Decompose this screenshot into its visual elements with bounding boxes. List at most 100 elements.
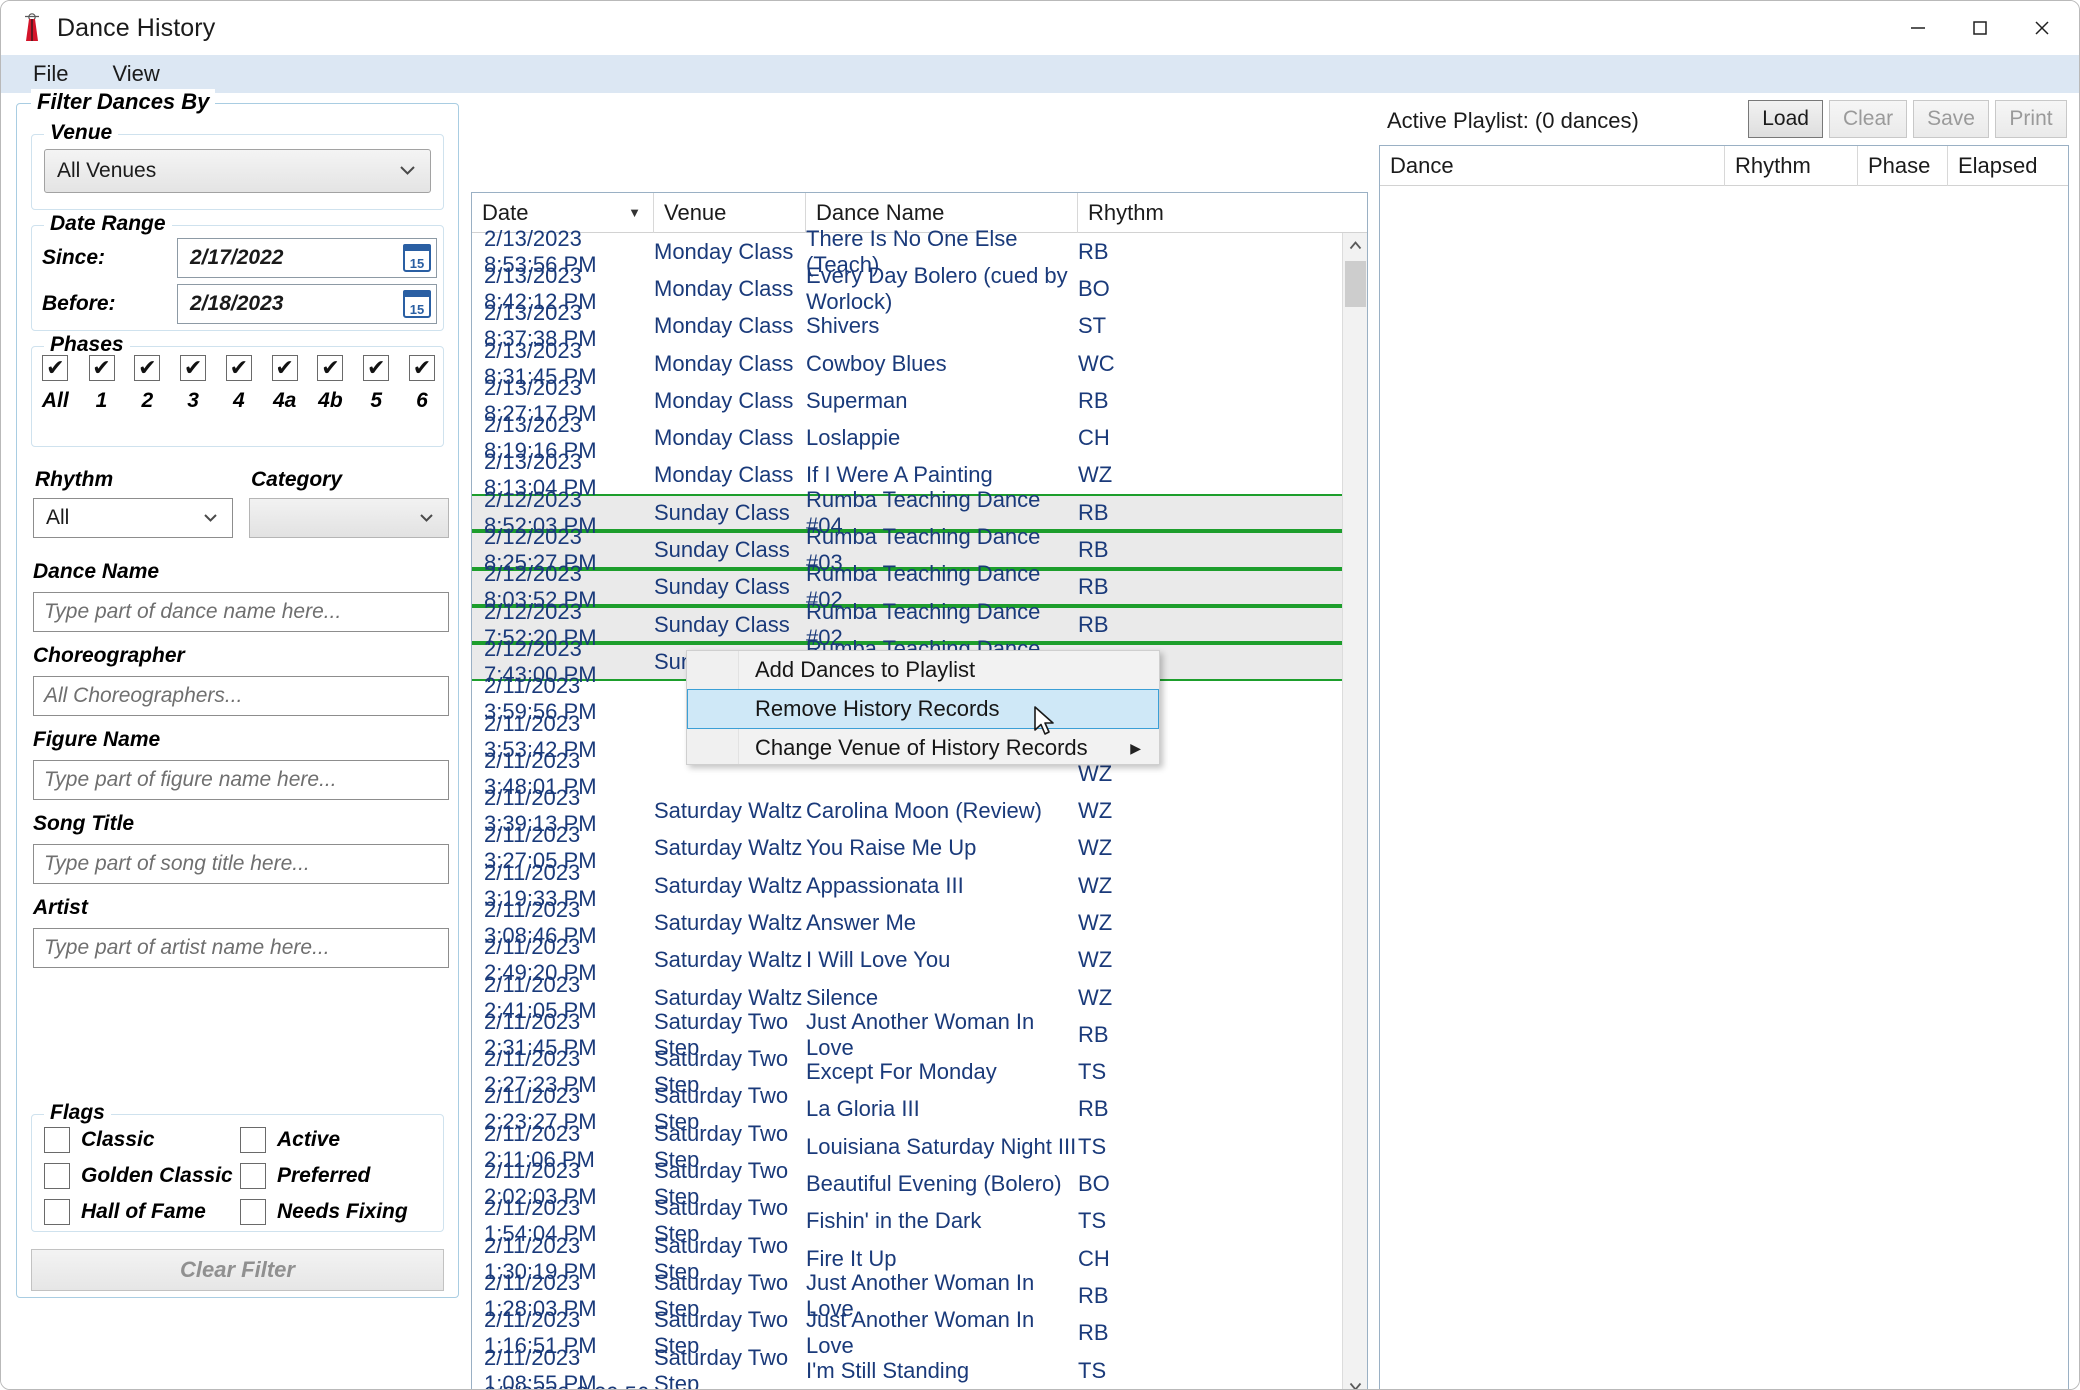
cell-rhythm: RB xyxy=(1078,238,1109,264)
artist-input[interactable]: Type part of artist name here... xyxy=(33,928,449,968)
column-header-rhythm[interactable]: Rhythm xyxy=(1078,193,1168,233)
cell-rhythm: WZ xyxy=(1078,947,1113,973)
cell-dance-name: Superman xyxy=(806,387,908,413)
phase-4a: ✔ 4a xyxy=(271,355,298,413)
cell-dance-name: You Raise Me Up xyxy=(806,835,977,861)
since-date-input[interactable]: 2/17/2022 15 xyxy=(177,238,437,278)
scroll-down-icon[interactable] xyxy=(1343,1374,1367,1389)
flag-checkbox-hall-of-fame[interactable] xyxy=(44,1199,70,1225)
close-button[interactable] xyxy=(2011,1,2073,55)
cell-rhythm: CH xyxy=(1078,1245,1110,1271)
vertical-scrollbar-thumb[interactable] xyxy=(1345,261,1366,307)
cell-venue: Monday Class xyxy=(654,387,794,413)
rhythm-select-value: All xyxy=(46,506,70,529)
cell-rhythm: RB xyxy=(1078,499,1109,525)
flag-preferred[interactable]: Preferred xyxy=(240,1163,370,1189)
phase-checkbox-5[interactable]: ✔ xyxy=(363,355,390,381)
flag-checkbox-golden-classic[interactable] xyxy=(44,1163,70,1189)
cell-rhythm: ST xyxy=(1078,313,1107,339)
cell-venue: Saturday Waltz xyxy=(654,947,803,973)
phase-checkbox-all[interactable]: ✔ xyxy=(42,355,69,381)
cell-dance-name: Fishin' in the Dark xyxy=(806,1208,982,1234)
choreographer-input[interactable]: All Choreographers... xyxy=(33,676,449,716)
cell-rhythm: RB xyxy=(1078,1096,1109,1122)
phase-checkbox-2[interactable]: ✔ xyxy=(134,355,161,381)
flag-classic[interactable]: Classic xyxy=(44,1127,155,1153)
cell-dance-name: Loslappie xyxy=(806,425,901,451)
playlist-column-phase[interactable]: Phase xyxy=(1858,145,1948,186)
phase-checkbox-3[interactable]: ✔ xyxy=(180,355,207,381)
flags-group: Flags Classic Active Golden Classic Preferr… xyxy=(31,1101,444,1232)
clear-filter-button[interactable]: Clear Filter xyxy=(31,1249,444,1291)
dance-name-input[interactable]: Type part of dance name here... xyxy=(33,592,449,632)
phase-5: ✔ 5 xyxy=(363,355,390,413)
cell-rhythm: TS xyxy=(1078,1208,1107,1234)
context-menu-item-label: Remove History Records xyxy=(755,696,1000,721)
phase-label-2: 2 xyxy=(141,389,154,412)
venue-select[interactable]: All Venues xyxy=(44,149,431,193)
playlist-column-elapsed[interactable]: Elapsed xyxy=(1948,146,2068,186)
flag-checkbox-active[interactable] xyxy=(240,1127,266,1153)
cell-venue: Saturday Waltz xyxy=(654,984,803,1010)
mouse-cursor xyxy=(1033,705,1059,746)
context-menu-item-change-venue-of-history-records[interactable]: Change Venue of History Records ▶ xyxy=(687,729,1159,767)
flag-checkbox-preferred[interactable] xyxy=(240,1163,266,1189)
playlist-panel: Active Playlist: (0 dances) Load Clear Sav… xyxy=(1379,97,2069,1389)
phase-checkbox-4b[interactable]: ✔ xyxy=(317,355,344,381)
column-header-venue[interactable]: Venue xyxy=(654,193,806,233)
flag-golden-classic[interactable]: Golden Classic xyxy=(44,1163,233,1189)
cell-dance-name: I'm Still Standing xyxy=(806,1357,970,1383)
cell-rhythm: BO xyxy=(1078,275,1110,301)
calendar-icon[interactable]: 15 xyxy=(403,244,431,272)
phase-checkbox-1[interactable]: ✔ xyxy=(88,355,115,381)
menu-item-file[interactable]: File xyxy=(11,55,90,93)
song-title-input[interactable]: Type part of song title here... xyxy=(33,844,449,884)
chevron-down-icon xyxy=(203,508,218,528)
context-menu-item-add-dances-to-playlist[interactable]: Add Dances to Playlist xyxy=(687,651,1159,689)
cell-venue: Monday Class xyxy=(654,425,794,451)
rhythm-select[interactable]: All xyxy=(33,498,233,538)
before-label: Before: xyxy=(42,292,116,315)
load-playlist-button[interactable]: Load xyxy=(1748,100,1823,138)
scroll-up-icon[interactable] xyxy=(1343,233,1367,258)
flag-checkbox-needs-fixing[interactable] xyxy=(240,1199,266,1225)
venue-group-title: Venue xyxy=(44,121,119,145)
cell-venue: Sunday Class xyxy=(654,499,790,525)
cell-venue: Sunday Class xyxy=(654,611,790,637)
phase-checkbox-4[interactable]: ✔ xyxy=(225,355,252,381)
cell-rhythm: CH xyxy=(1078,425,1110,451)
flag-active[interactable]: Active xyxy=(240,1127,340,1153)
phase-checkbox-6[interactable]: ✔ xyxy=(408,355,435,381)
phase-6: ✔ 6 xyxy=(408,355,435,413)
cell-venue: Monday Class xyxy=(654,462,794,488)
maximize-button[interactable] xyxy=(1949,1,2011,55)
cell-dance-name: Appassionata III xyxy=(806,872,964,898)
cell-dance-name: Beautiful Evening (Bolero) xyxy=(806,1171,1062,1197)
figure-name-input[interactable]: Type part of figure name here... xyxy=(33,760,449,800)
venue-select-value: All Venues xyxy=(57,159,157,182)
cell-venue: Saturday Waltz xyxy=(654,909,803,935)
flag-needs-fixing[interactable]: Needs Fixing xyxy=(240,1199,408,1225)
cell-rhythm: RB xyxy=(1078,574,1109,600)
history-grid-rows: 2/13/2023 8:53:56 PM Monday Class There Is… xyxy=(472,226,1344,1389)
phase-checkbox-4a[interactable]: ✔ xyxy=(271,355,298,381)
flag-label-active: Active xyxy=(277,1128,341,1151)
cell-dance-name: Silence xyxy=(806,984,879,1010)
menu-item-view[interactable]: View xyxy=(90,55,181,93)
flag-checkbox-classic[interactable] xyxy=(44,1127,70,1153)
category-select[interactable] xyxy=(249,498,449,538)
before-date-input[interactable]: 2/18/2023 15 xyxy=(177,284,437,324)
context-menu-item-remove-history-records[interactable]: Remove History Records xyxy=(687,689,1159,729)
calendar-icon[interactable]: 15 xyxy=(403,290,431,318)
context-menu: Add Dances to Playlist Remove History Rec… xyxy=(686,650,1160,765)
playlist-header: Active Playlist: (0 dances) Load Clear Sav… xyxy=(1379,97,2069,145)
cell-dance-name: Shivers xyxy=(806,313,880,339)
playlist-column-dance[interactable]: Dance xyxy=(1380,145,1725,186)
playlist-column-rhythm[interactable]: Rhythm xyxy=(1725,145,1858,186)
minimize-button[interactable] xyxy=(1887,1,1949,55)
cell-venue: Sunday Class xyxy=(654,537,790,563)
phase-label-6: 6 xyxy=(416,389,428,412)
vertical-scrollbar[interactable] xyxy=(1342,233,1367,1389)
cell-dance-name: Cowboy Blues xyxy=(806,350,947,376)
flag-hall-of-fame[interactable]: Hall of Fame xyxy=(44,1199,206,1225)
